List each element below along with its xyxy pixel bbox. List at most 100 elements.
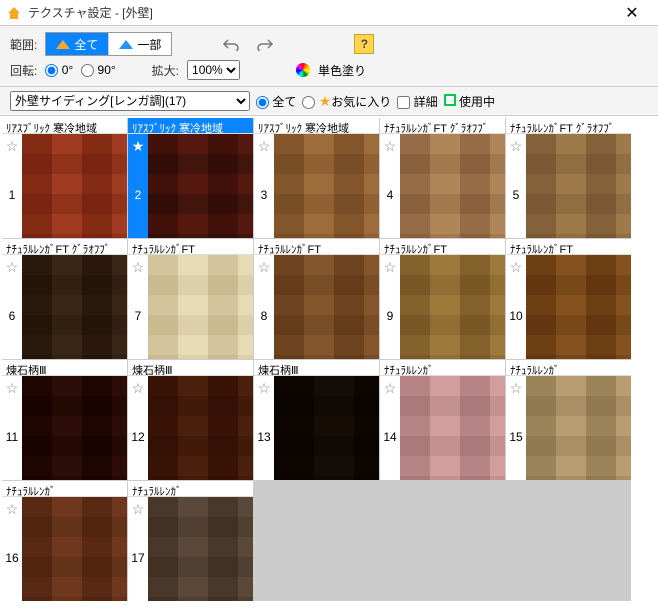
category-select[interactable]: 外壁サイディング[レンガ調](17) <box>10 91 250 111</box>
favorite-icon[interactable]: ☆ <box>258 259 271 276</box>
favorite-icon[interactable]: ☆ <box>384 138 397 155</box>
texture-side: ☆1 <box>2 134 22 238</box>
texture-swatch <box>22 497 127 601</box>
favorite-icon[interactable]: ☆ <box>6 259 19 276</box>
texture-number: 3 <box>261 188 268 202</box>
texture-name: ﾅﾁｭﾗﾙﾚﾝｶﾞ <box>2 481 127 497</box>
texture-number: 7 <box>135 309 142 323</box>
rotate-90-radio[interactable]: 90° <box>81 63 116 77</box>
texture-cell[interactable]: ﾅﾁｭﾗﾙﾚﾝｶﾞFT ｸﾞﾗｵﾌﾌﾞ☆4 <box>380 118 505 238</box>
solid-fill-button[interactable]: 単色塗り <box>318 62 366 79</box>
texture-cell[interactable]: ﾅﾁｭﾗﾙﾚﾝｶﾞFT ｸﾞﾗｵﾌﾌﾞ☆5 <box>506 118 631 238</box>
texture-side: ☆ 12 <box>128 376 148 480</box>
texture-name: ﾅﾁｭﾗﾙﾚﾝｶﾞFT ｸﾞﾗｵﾌﾌﾞ <box>380 118 505 134</box>
undo-button[interactable] <box>218 32 244 56</box>
texture-swatch <box>526 134 631 238</box>
favorite-icon[interactable]: ☆ <box>384 380 397 397</box>
help-button[interactable]: ? <box>354 34 374 54</box>
favorite-icon[interactable]: ☆ <box>6 501 19 518</box>
texture-cell[interactable]: ﾅﾁｭﾗﾙﾚﾝｶﾞ☆17 <box>128 481 253 601</box>
favorite-icon[interactable]: ☆ <box>258 380 271 397</box>
favorite-icon[interactable]: ☆ <box>6 380 19 397</box>
favorite-icon[interactable]: ☆ <box>132 380 145 397</box>
favorite-icon[interactable]: ★ <box>132 138 145 155</box>
texture-side: ★2 <box>128 134 148 238</box>
favorite-icon[interactable]: ☆ <box>132 259 145 276</box>
filter-all-radio[interactable]: 全て <box>256 93 296 110</box>
texture-cell[interactable]: ﾘｱｽﾌﾞﾘｯｸ 寒冷地域☆1 <box>2 118 127 238</box>
texture-swatch <box>148 376 253 480</box>
texture-number: 14 <box>383 430 396 444</box>
texture-side: ☆11 <box>2 376 22 480</box>
app-icon <box>6 5 22 21</box>
texture-cell[interactable]: ﾅﾁｭﾗﾙﾚﾝｶﾞFT ☆ 8 <box>254 239 379 359</box>
texture-side: ☆9 <box>380 255 400 359</box>
texture-side: ☆6 <box>2 255 22 359</box>
texture-number: 2 <box>135 188 142 202</box>
texture-grid-area[interactable]: ﾘｱｽﾌﾞﾘｯｸ 寒冷地域☆1ﾘｱｽﾌﾞﾘｯｸ 寒冷地域★2ﾘｱｽﾌﾞﾘｯｸ 寒… <box>0 116 658 608</box>
house-icon <box>56 40 70 49</box>
texture-side: ☆16 <box>2 497 22 601</box>
texture-swatch <box>22 255 127 359</box>
texture-swatch <box>274 376 379 480</box>
filter-bar: 外壁サイディング[レンガ調](17) 全て ★お気に入り 詳細 使用中 <box>0 87 658 116</box>
texture-number: 13 <box>257 430 270 444</box>
texture-name: ﾅﾁｭﾗﾙﾚﾝｶﾞFT ｸﾞﾗｵﾌﾌﾞ <box>2 239 127 255</box>
texture-number: 9 <box>387 309 394 323</box>
texture-cell[interactable]: ﾘｱｽﾌﾞﾘｯｸ 寒冷地域★2 <box>128 118 253 238</box>
rotate-0-radio[interactable]: 0° <box>45 63 73 77</box>
texture-cell[interactable]: 煉石柄Ⅲ ☆ 12 <box>128 360 253 480</box>
zoom-select[interactable]: 100% <box>187 60 240 80</box>
texture-grid: ﾘｱｽﾌﾞﾘｯｸ 寒冷地域☆1ﾘｱｽﾌﾞﾘｯｸ 寒冷地域★2ﾘｱｽﾌﾞﾘｯｸ 寒… <box>2 118 631 601</box>
toolbar: 範囲: 全て 一部 ? 回転: 0° 90° 拡大: 100% 単色塗り <box>0 26 658 87</box>
close-button[interactable]: ✕ <box>612 0 652 25</box>
texture-name: ﾘｱｽﾌﾞﾘｯｸ 寒冷地域 <box>2 118 127 134</box>
redo-button[interactable] <box>252 32 278 56</box>
titlebar: テクスチャ設定 - [外壁] ✕ <box>0 0 658 26</box>
filter-favorite-radio[interactable]: ★お気に入り <box>302 93 391 110</box>
texture-side: ☆10 <box>506 255 526 359</box>
texture-cell[interactable]: 煉石柄Ⅲ☆13 <box>254 360 379 480</box>
texture-name: ﾅﾁｭﾗﾙﾚﾝｶﾞ <box>128 481 253 497</box>
texture-name: ﾅﾁｭﾗﾙﾚﾝｶﾞFT <box>506 239 631 255</box>
texture-swatch <box>274 255 379 359</box>
favorite-icon[interactable]: ☆ <box>510 380 523 397</box>
favorite-icon[interactable]: ☆ <box>6 138 19 155</box>
texture-cell[interactable]: ﾅﾁｭﾗﾙﾚﾝｶﾞFT ｸﾞﾗｵﾌﾌﾞ☆6 <box>2 239 127 359</box>
texture-cell[interactable]: ﾅﾁｭﾗﾙﾚﾝｶﾞ☆16 <box>2 481 127 601</box>
favorite-icon[interactable]: ☆ <box>132 501 145 518</box>
texture-side: ☆15 <box>506 376 526 480</box>
texture-cell[interactable]: ﾅﾁｭﾗﾙﾚﾝｶﾞFT☆9 <box>380 239 505 359</box>
favorite-icon[interactable]: ☆ <box>510 259 523 276</box>
range-label: 範囲: <box>10 36 37 53</box>
texture-swatch <box>22 134 127 238</box>
window-title: テクスチャ設定 - [外壁] <box>28 4 612 21</box>
texture-cell[interactable]: ﾅﾁｭﾗﾙﾚﾝｶﾞFT☆10 <box>506 239 631 359</box>
range-all-button[interactable]: 全て <box>46 33 109 55</box>
texture-swatch <box>274 134 379 238</box>
texture-cell[interactable]: ﾅﾁｭﾗﾙﾚﾝｶﾞ ☆ 14 <box>380 360 505 480</box>
texture-number: 8 <box>261 309 268 323</box>
texture-cell[interactable]: 煉石柄Ⅲ☆11 <box>2 360 127 480</box>
texture-name: ﾘｱｽﾌﾞﾘｯｸ 寒冷地域 <box>128 118 253 134</box>
range-segmented: 全て 一部 <box>45 32 172 56</box>
texture-name: ﾅﾁｭﾗﾙﾚﾝｶﾞFT <box>254 239 379 255</box>
texture-swatch <box>400 376 505 480</box>
favorite-icon[interactable]: ☆ <box>258 138 271 155</box>
texture-number: 12 <box>131 430 144 444</box>
texture-name: 煉石柄Ⅲ <box>128 360 253 376</box>
texture-swatch <box>400 134 505 238</box>
filter-inuse-check[interactable]: 使用中 <box>444 93 495 110</box>
texture-cell[interactable]: ﾘｱｽﾌﾞﾘｯｸ 寒冷地域☆3 <box>254 118 379 238</box>
texture-cell[interactable]: ﾅﾁｭﾗﾙﾚﾝｶﾞ☆15 <box>506 360 631 480</box>
texture-cell[interactable]: ﾅﾁｭﾗﾙﾚﾝｶﾞFT☆7 <box>128 239 253 359</box>
favorite-icon[interactable]: ☆ <box>384 259 397 276</box>
texture-side: ☆5 <box>506 134 526 238</box>
texture-side: ☆17 <box>128 497 148 601</box>
range-part-button[interactable]: 一部 <box>109 33 171 55</box>
filter-detail-check[interactable]: 詳細 <box>397 93 437 110</box>
texture-swatch <box>148 134 253 238</box>
favorite-icon[interactable]: ☆ <box>510 138 523 155</box>
texture-name: ﾅﾁｭﾗﾙﾚﾝｶﾞ <box>380 360 505 376</box>
texture-side: ☆3 <box>254 134 274 238</box>
